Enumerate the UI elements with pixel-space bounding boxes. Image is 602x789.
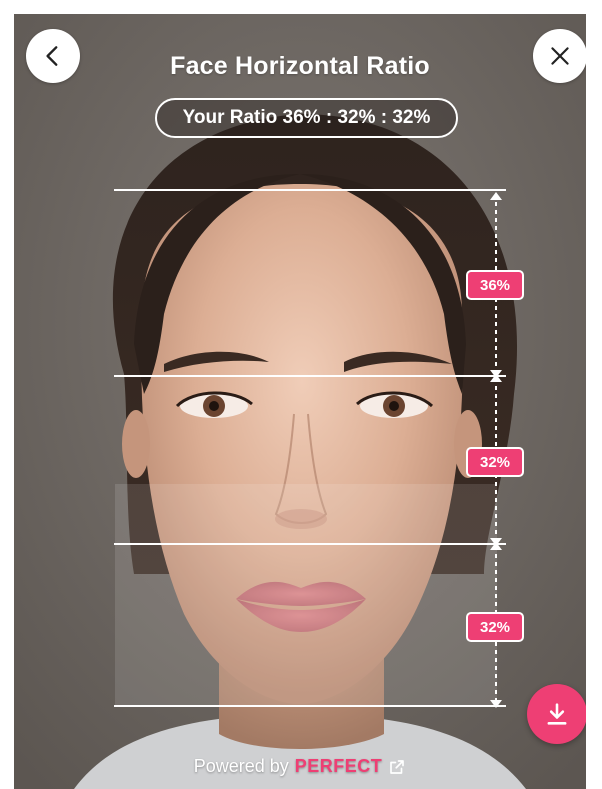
close-icon — [551, 47, 569, 65]
close-button[interactable] — [533, 29, 586, 83]
brand-name[interactable]: PERFECT — [295, 756, 383, 777]
powered-by-footer: Powered by PERFECT — [14, 756, 586, 777]
lower-third-percent-badge: 32% — [466, 612, 524, 642]
arrow-top — [490, 192, 502, 200]
download-button[interactable] — [527, 684, 586, 744]
app-frame: Face Horizontal Ratio Your Ratio 36% : 3… — [14, 14, 586, 789]
powered-by-label: Powered by — [193, 756, 289, 776]
external-link-icon[interactable] — [388, 758, 406, 776]
upper-third-percent-badge: 36% — [466, 270, 524, 300]
middle-third-percent-badge: 32% — [466, 447, 524, 477]
download-icon — [547, 703, 567, 725]
lower-face-shade — [115, 484, 497, 706]
ratio-summary-badge: Your Ratio 36% : 32% : 32% — [155, 98, 458, 138]
page-title: Face Horizontal Ratio — [170, 52, 430, 80]
